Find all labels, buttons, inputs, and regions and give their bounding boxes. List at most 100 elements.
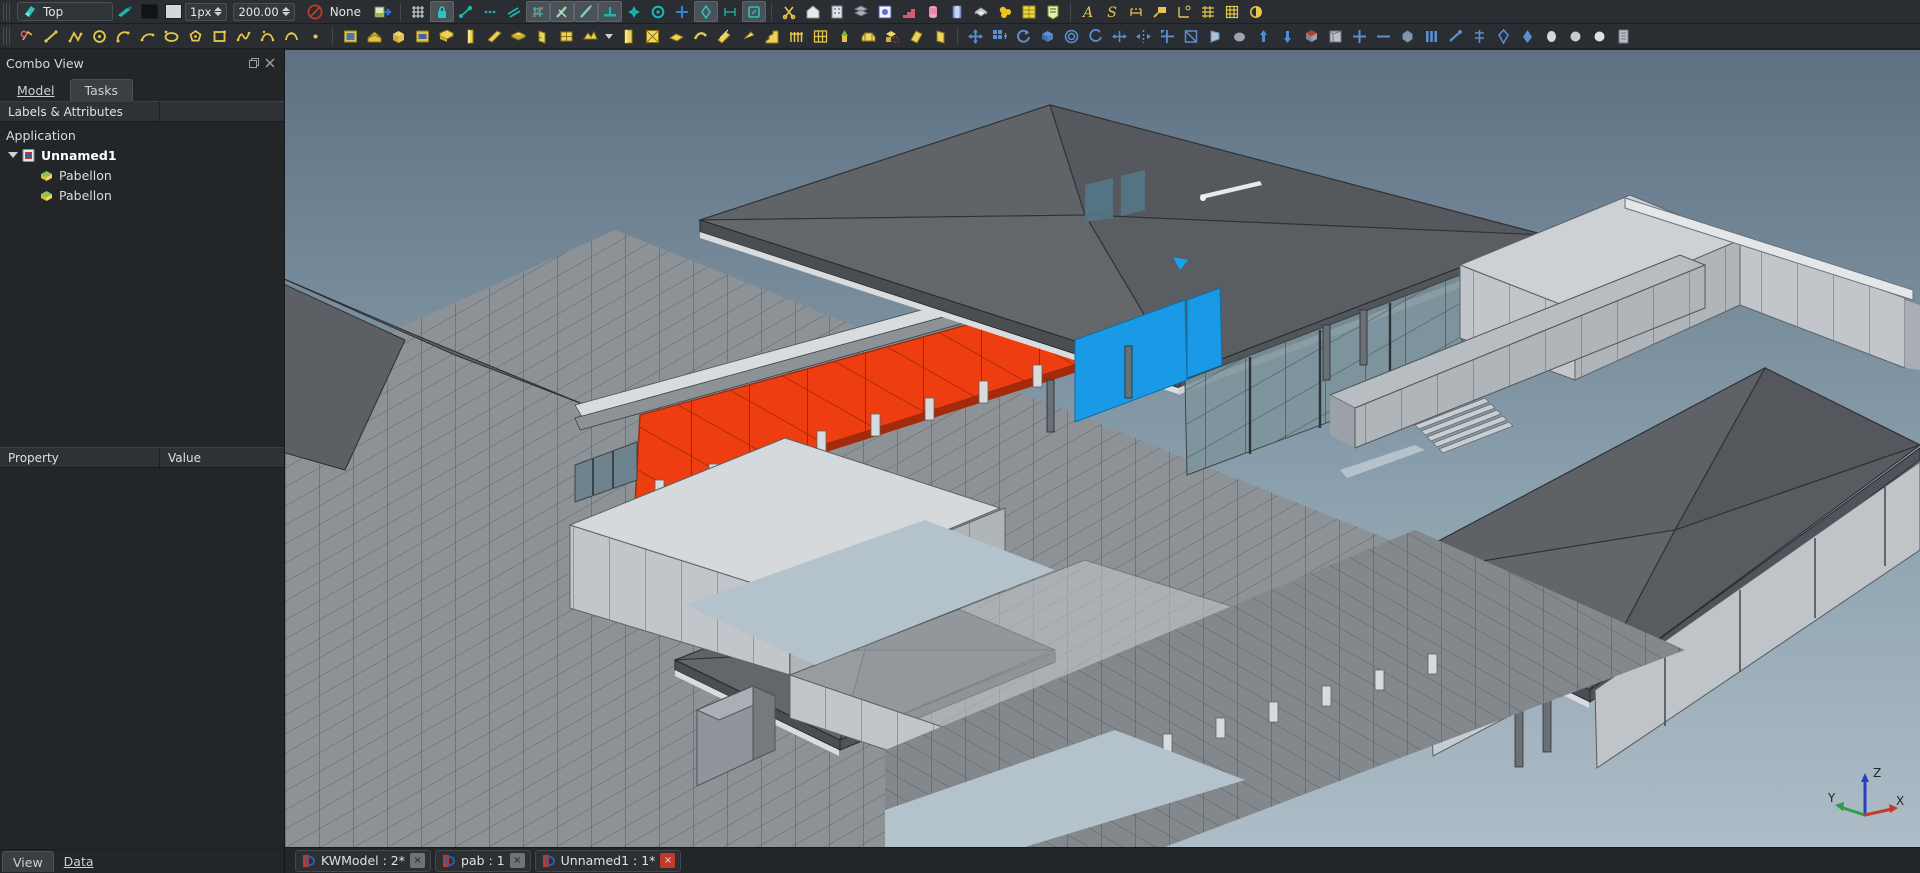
draft-polygon-icon[interactable] xyxy=(183,26,207,47)
split-icon[interactable] xyxy=(1203,26,1227,47)
toggle-grid-icon[interactable] xyxy=(1467,26,1491,47)
arch-equipment-icon[interactable] xyxy=(832,26,856,47)
draft-snap-toggle-icon[interactable] xyxy=(15,26,39,47)
snap-grid-intersection-icon[interactable] xyxy=(526,1,550,22)
remove-from-group-icon[interactable] xyxy=(1347,26,1371,47)
snap-extension-icon[interactable] xyxy=(574,1,598,22)
chevron-down-icon[interactable] xyxy=(6,152,20,158)
close-icon[interactable] xyxy=(262,55,278,71)
toggle-construction-icon[interactable] xyxy=(1395,26,1419,47)
toggle-display-mode-icon[interactable] xyxy=(1443,26,1467,47)
arch-pipe-connector-icon[interactable] xyxy=(736,26,760,47)
boolean-union-icon[interactable] xyxy=(1515,26,1539,47)
wire-to-bspline-icon[interactable] xyxy=(1275,26,1299,47)
arch-beam-icon[interactable] xyxy=(482,26,506,47)
bim-scissors-icon[interactable] xyxy=(777,1,801,22)
axis-icon[interactable] xyxy=(1172,1,1196,22)
arch-project-icon[interactable] xyxy=(338,26,362,47)
apply-style-icon[interactable] xyxy=(1419,26,1443,47)
line-width-field[interactable]: 1px xyxy=(185,2,228,21)
axis-indicator[interactable]: Z Y X xyxy=(1820,757,1910,837)
rotate-icon[interactable] xyxy=(1011,26,1035,47)
tree-item-pabellon-2[interactable]: Pabellon xyxy=(0,185,284,205)
close-icon[interactable]: × xyxy=(660,853,676,868)
arch-furniture-icon[interactable] xyxy=(856,26,880,47)
snap-ortho-icon[interactable] xyxy=(670,1,694,22)
toolbar-drag-handle-2[interactable] xyxy=(3,27,12,45)
bim-beam-icon[interactable] xyxy=(945,1,969,22)
arch-window-icon[interactable] xyxy=(554,26,578,47)
draft-ellipse-icon[interactable] xyxy=(159,26,183,47)
3d-viewport[interactable]: Z Y X xyxy=(285,50,1920,847)
bim-roof-icon[interactable] xyxy=(969,1,993,22)
tree-item-pabellon-1[interactable]: Pabellon xyxy=(0,165,284,185)
arch-site-icon[interactable] xyxy=(362,26,386,47)
bim-space-icon[interactable] xyxy=(873,1,897,22)
downgrade-icon[interactable] xyxy=(1251,26,1275,47)
bim-site-icon[interactable] xyxy=(801,1,825,22)
property-editor[interactable] xyxy=(0,468,284,849)
bim-stairs-icon[interactable] xyxy=(897,1,921,22)
workbench-selector[interactable]: Top xyxy=(17,2,113,21)
section-plane-icon[interactable] xyxy=(1244,1,1268,22)
toolbar-drag-handle[interactable] xyxy=(3,2,12,21)
tab-model[interactable]: Model xyxy=(2,79,70,101)
arch-component-icon[interactable] xyxy=(880,26,904,47)
document-tab-kwmodel[interactable]: KWModel : 2* × xyxy=(295,849,432,872)
axis-system-icon[interactable] xyxy=(1196,1,1220,22)
line-width-spinner[interactable] xyxy=(214,7,223,16)
bim-column-icon[interactable] xyxy=(921,1,945,22)
no-working-plane-icon[interactable] xyxy=(303,1,327,22)
arch-column-icon[interactable] xyxy=(458,26,482,47)
arch-floor-icon[interactable] xyxy=(410,26,434,47)
draft-arc-3points-icon[interactable] xyxy=(135,26,159,47)
snap-center-icon[interactable] xyxy=(646,1,670,22)
snap-parallel-icon[interactable] xyxy=(502,1,526,22)
draft-to-sketch-icon[interactable] xyxy=(1299,26,1323,47)
boolean-cut-icon[interactable] xyxy=(1539,26,1563,47)
draft-circle-icon[interactable] xyxy=(87,26,111,47)
snap-working-plane-icon[interactable] xyxy=(598,1,622,22)
offset-icon[interactable] xyxy=(1059,26,1083,47)
shape-color-swatch[interactable] xyxy=(161,1,185,22)
snap-angle-icon[interactable] xyxy=(742,1,766,22)
snap-midpoint-icon[interactable] xyxy=(478,1,502,22)
model-tree[interactable]: Application Unnamed1 Pabellon Pabellon xyxy=(0,122,284,447)
close-icon[interactable]: × xyxy=(509,853,525,868)
bim-schedule-icon[interactable] xyxy=(1017,1,1041,22)
stretch-icon[interactable] xyxy=(1107,26,1131,47)
arch-slab-icon[interactable] xyxy=(506,26,530,47)
arch-curtainwall-icon[interactable] xyxy=(808,26,832,47)
close-icon[interactable]: × xyxy=(410,853,426,868)
arch-stairs-icon[interactable] xyxy=(760,26,784,47)
text-size-field[interactable]: 200.00 xyxy=(233,2,295,21)
draft-autogroup-icon[interactable] xyxy=(113,1,137,22)
text-icon[interactable]: A xyxy=(1076,1,1100,22)
tab-tasks[interactable]: Tasks xyxy=(69,79,134,101)
arch-roof-dropdown-icon[interactable] xyxy=(578,26,602,47)
arch-pipe-icon[interactable] xyxy=(712,26,736,47)
boolean-xor-icon[interactable] xyxy=(1587,26,1611,47)
arch-frame-icon[interactable] xyxy=(640,26,664,47)
draft-polyline-icon[interactable] xyxy=(63,26,87,47)
clone-icon[interactable] xyxy=(1035,26,1059,47)
arch-panel-icon[interactable] xyxy=(616,26,640,47)
grid-system-icon[interactable] xyxy=(1220,1,1244,22)
arch-door-icon[interactable] xyxy=(530,26,554,47)
arch-wall-icon[interactable] xyxy=(434,26,458,47)
arch-truss-icon[interactable] xyxy=(688,26,712,47)
snap-special-icon[interactable] xyxy=(694,1,718,22)
bim-levels-icon[interactable] xyxy=(849,1,873,22)
draft-cubic-bezier-icon[interactable] xyxy=(279,26,303,47)
bim-ifc-icon[interactable] xyxy=(1041,1,1065,22)
move-icon[interactable] xyxy=(963,26,987,47)
restore-icon[interactable] xyxy=(246,55,262,71)
draft-point-icon[interactable] xyxy=(303,26,327,47)
arch-add-component-icon[interactable] xyxy=(904,26,928,47)
snap-dimension-icon[interactable] xyxy=(718,1,742,22)
draft-arc-icon[interactable] xyxy=(111,26,135,47)
scale-icon[interactable] xyxy=(1155,26,1179,47)
arch-remove-component-icon[interactable] xyxy=(928,26,952,47)
text-size-spinner[interactable] xyxy=(281,7,290,16)
bim-material-icon[interactable] xyxy=(993,1,1017,22)
